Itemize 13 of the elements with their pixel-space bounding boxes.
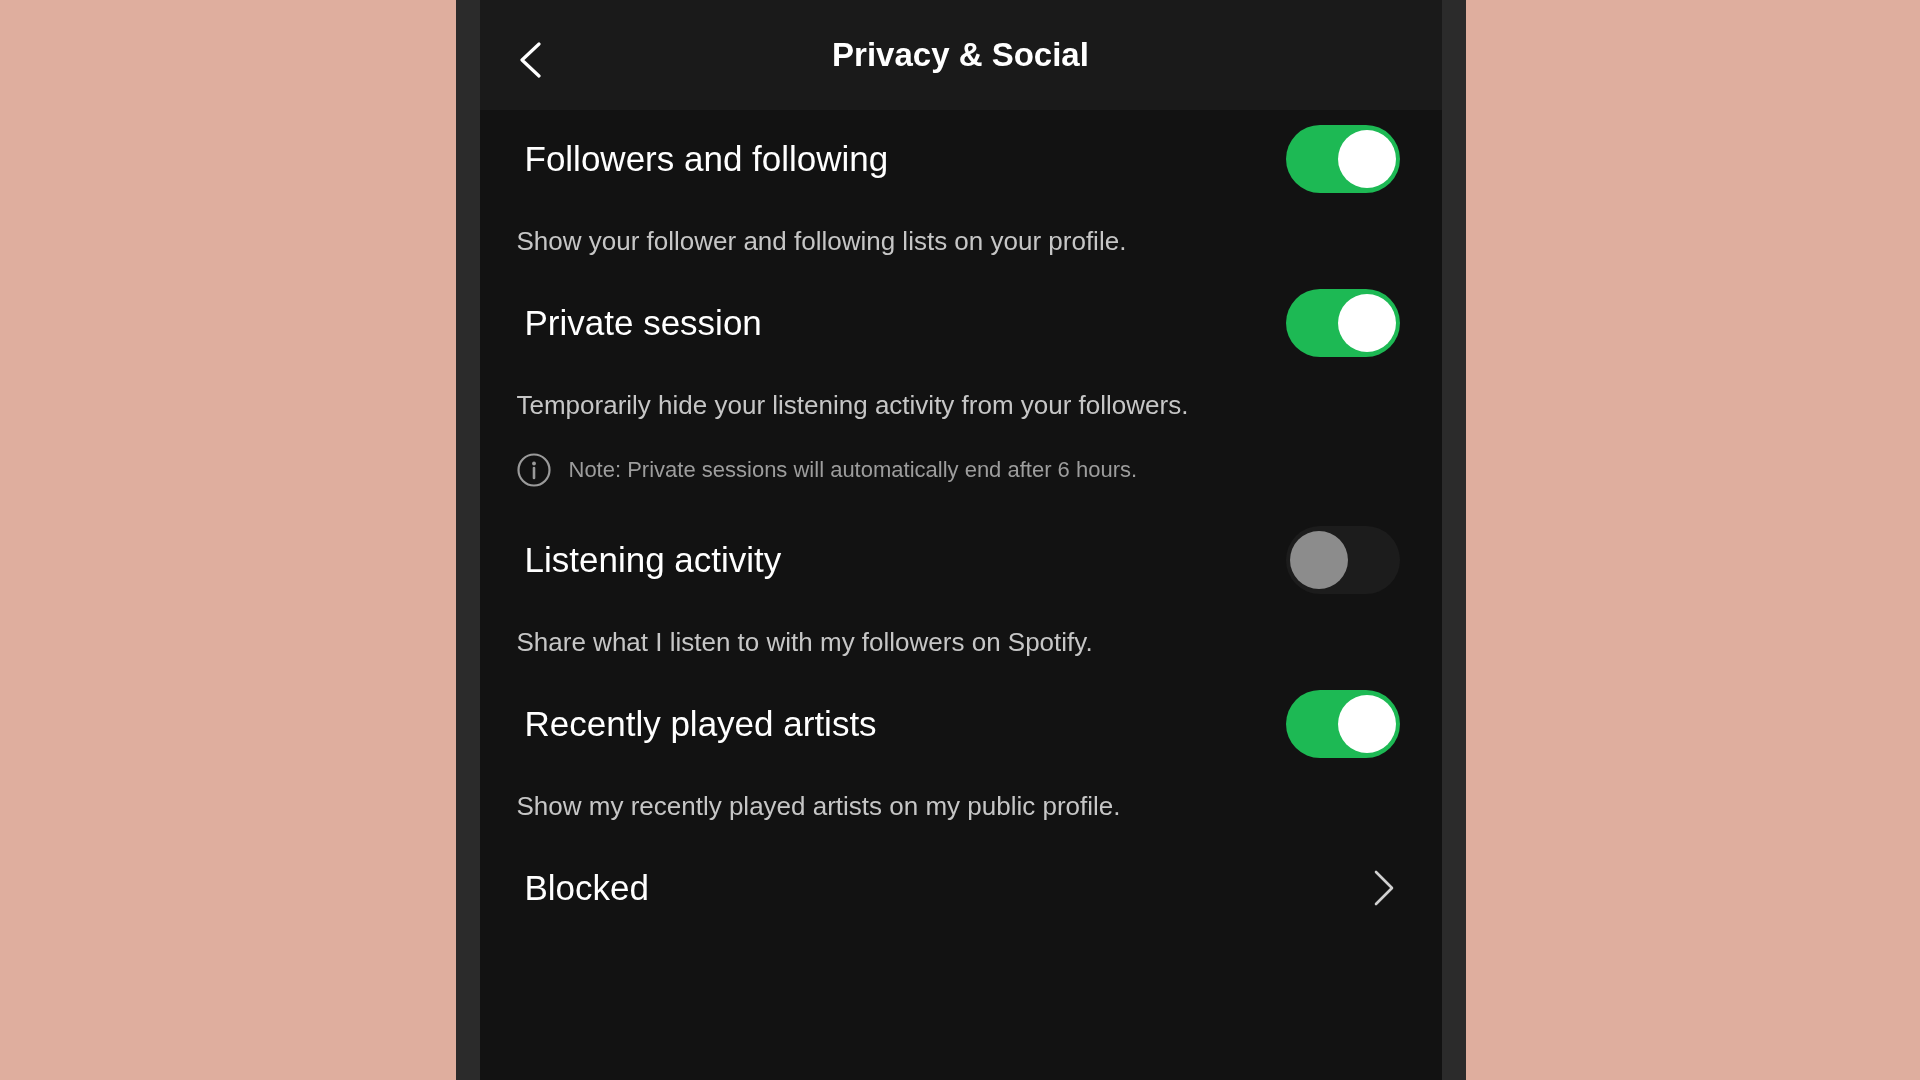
info-icon	[516, 453, 551, 487]
chevron-right-icon	[1372, 870, 1395, 906]
setting-label: Followers and following	[524, 138, 889, 180]
blocked-list-item[interactable]: Blocked	[524, 847, 1400, 929]
setting-description: Show your follower and following lists on your profile.	[516, 225, 1127, 257]
page-title: Privacy & Social	[832, 35, 1089, 75]
setting-label: Listening activity	[524, 539, 782, 581]
setting-description: Show my recently played artists on my public profile.	[516, 790, 1121, 822]
setting-label: Private session	[524, 302, 762, 344]
setting-description: Share what I listen to with my followers on Spotify.	[516, 626, 1093, 658]
setting-description: Temporarily hide your listening activity from your followers.	[516, 389, 1189, 421]
setting-label: Recently played artists	[524, 703, 877, 745]
note-text: Note: Private sessions will automatically end after 6 hours.	[568, 456, 1138, 484]
